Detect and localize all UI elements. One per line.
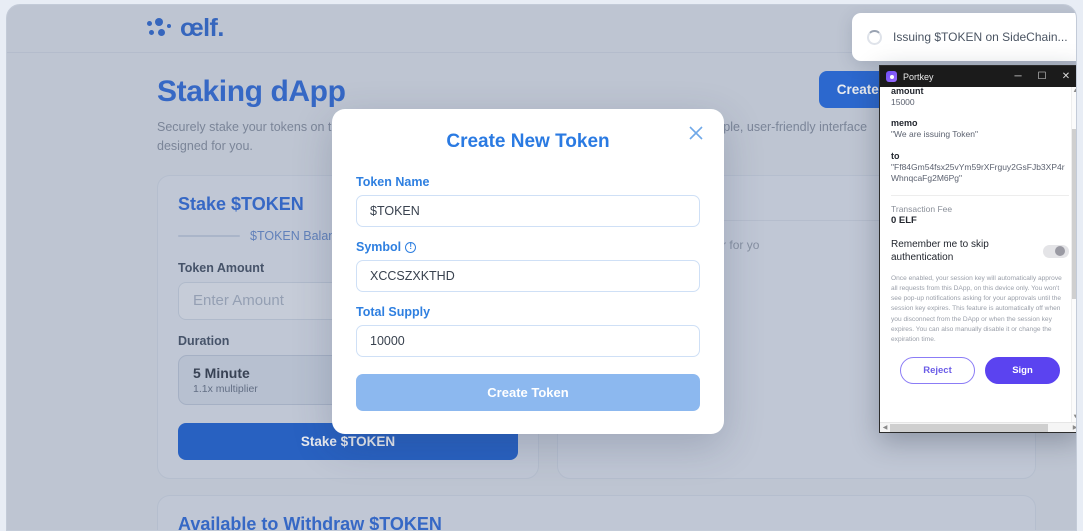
info-icon[interactable]: ! xyxy=(405,241,417,253)
portkey-vertical-scrollbar[interactable]: ▲ ▼ xyxy=(1071,87,1076,422)
portkey-wallet-window: Portkey ─ ☐ ✕ amount 15000 memo "We are … xyxy=(879,65,1076,433)
total-supply-label-text: Total Supply xyxy=(356,305,431,319)
memo-value: "We are issuing Token" xyxy=(891,129,978,140)
token-name-label: Token Name xyxy=(356,175,700,189)
app-window: œlf. Ff84G......2M6 Staking dApp Securel… xyxy=(6,4,1077,531)
portkey-window-title: Portkey xyxy=(903,71,934,82)
portkey-logo-icon xyxy=(886,71,897,82)
total-supply-input[interactable]: 10000 xyxy=(356,325,700,357)
transaction-fee-label: Transaction Fee xyxy=(891,203,953,214)
amount-label: amount xyxy=(891,87,924,96)
remember-me-label: Remember me to skip authentication xyxy=(891,238,989,264)
portkey-action-buttons: Reject Sign xyxy=(891,357,1069,385)
amount-value: 15000 xyxy=(891,97,915,107)
remember-me-toggle[interactable] xyxy=(1043,244,1069,258)
reject-button[interactable]: Reject xyxy=(900,357,975,385)
create-token-modal: Create New Token Token Name $TOKEN Symbo… xyxy=(332,109,724,434)
memo-label: memo xyxy=(891,118,918,129)
portkey-transaction-body: amount 15000 memo "We are issuing Token"… xyxy=(880,87,1076,422)
toast-message: Issuing $TOKEN on SideChain... xyxy=(893,30,1068,44)
portkey-title-bar[interactable]: Portkey ─ ☐ ✕ xyxy=(880,66,1076,87)
session-key-note: Once enabled, your session key will auto… xyxy=(891,274,1062,343)
token-name-input[interactable]: $TOKEN xyxy=(356,195,700,227)
create-token-submit-button[interactable]: Create Token xyxy=(356,374,700,411)
horizontal-scroll-thumb[interactable] xyxy=(890,424,1048,432)
sign-button[interactable]: Sign xyxy=(985,357,1060,385)
minimize-icon[interactable]: ─ xyxy=(1006,66,1030,87)
symbol-label: Symbol ! xyxy=(356,240,700,254)
remember-me-row: Remember me to skip authentication xyxy=(891,238,1069,265)
to-value: "Ff84Gm54fsx25vYm59rXFrguy2GsFJb3XP4rWhn… xyxy=(891,161,1065,184)
transaction-fee-value: 0 ELF xyxy=(891,214,917,226)
maximize-icon[interactable]: ☐ xyxy=(1030,66,1054,87)
scroll-down-icon[interactable]: ▼ xyxy=(1072,413,1076,422)
to-label: to xyxy=(891,150,900,161)
scroll-up-icon[interactable]: ▲ xyxy=(1072,87,1076,96)
token-name-label-text: Token Name xyxy=(356,175,430,189)
modal-title: Create New Token xyxy=(446,131,610,152)
loading-spinner-icon xyxy=(867,29,882,45)
portkey-divider xyxy=(891,194,1069,196)
notification-toast: Issuing $TOKEN on SideChain... xyxy=(852,13,1076,61)
scroll-right-icon[interactable]: ▶ xyxy=(1070,423,1076,433)
symbol-label-text: Symbol xyxy=(356,240,402,254)
scroll-left-icon[interactable]: ◀ xyxy=(880,423,890,433)
close-icon[interactable] xyxy=(686,123,706,143)
portkey-horizontal-scrollbar[interactable]: ◀ ▶ xyxy=(880,422,1076,433)
total-supply-label: Total Supply xyxy=(356,305,700,319)
symbol-input[interactable]: XCCSZXKTHD xyxy=(356,260,700,292)
vertical-scroll-thumb[interactable] xyxy=(1072,129,1076,299)
close-window-icon[interactable]: ✕ xyxy=(1054,66,1076,87)
